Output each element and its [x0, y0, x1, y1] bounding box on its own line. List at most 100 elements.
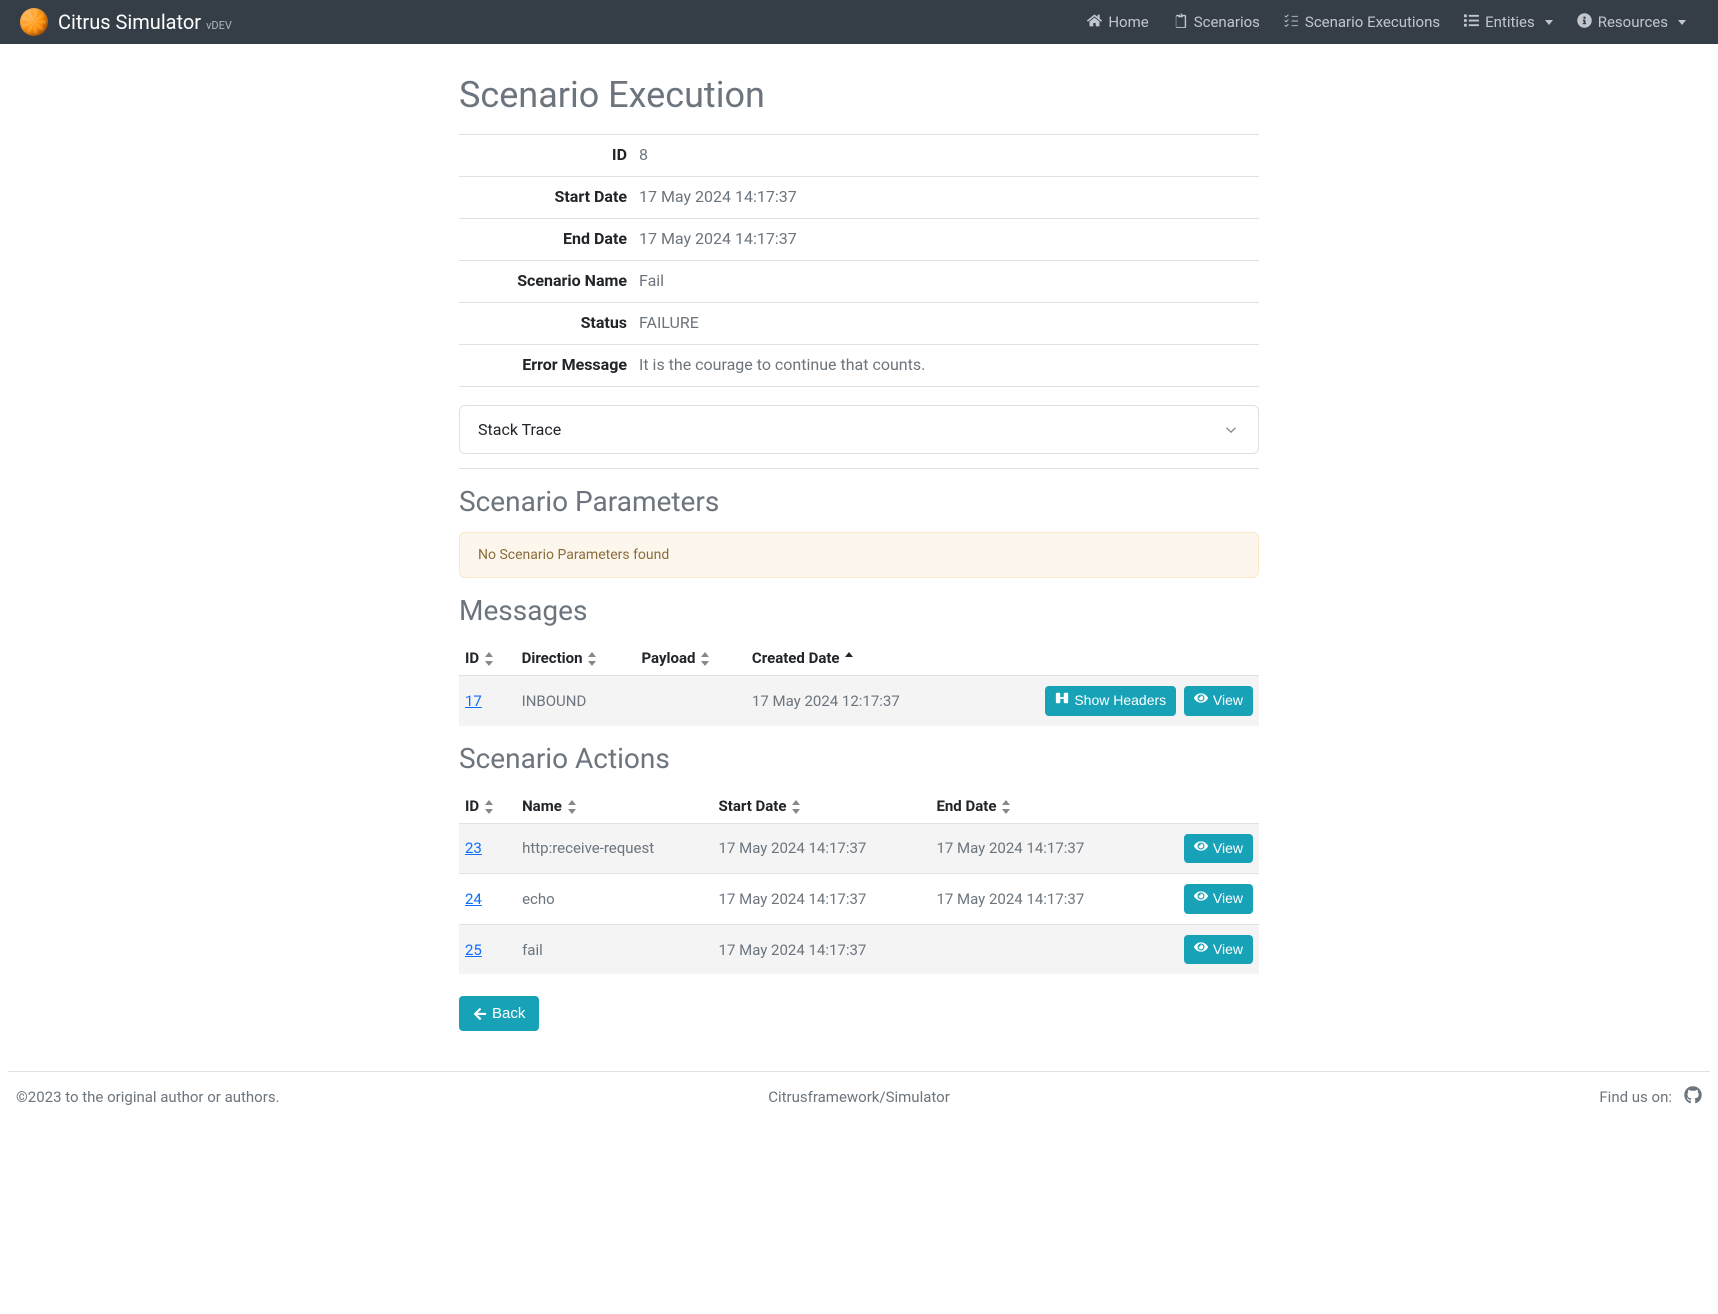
detail-value: It is the courage to continue that count…: [639, 355, 925, 374]
sort-icon: [1002, 800, 1012, 814]
col-start-date[interactable]: Start Date: [713, 789, 931, 824]
detail-label: End Date: [459, 229, 639, 248]
detail-label: Scenario Name: [459, 271, 639, 290]
message-id-link[interactable]: 17: [465, 692, 482, 710]
message-created-date: 17 May 2024 12:17:37: [746, 676, 962, 726]
nav-entities[interactable]: Entities: [1452, 5, 1565, 40]
view-button[interactable]: View: [1184, 935, 1253, 965]
parameters-empty-alert: No Scenario Parameters found: [459, 532, 1259, 578]
eye-icon: [1194, 889, 1208, 909]
col-payload[interactable]: Payload: [635, 641, 745, 676]
nav-home[interactable]: Home: [1075, 5, 1160, 40]
col-created-date[interactable]: Created Date: [746, 641, 962, 676]
heading-icon: [1055, 691, 1069, 711]
detail-row-status: Status FAILURE: [459, 303, 1259, 345]
logo-icon: [20, 8, 48, 36]
message-direction: INBOUND: [516, 676, 636, 726]
main-content: Scenario Execution ID 8 Start Date 17 Ma…: [459, 44, 1259, 1051]
sort-icon: [568, 800, 578, 814]
footer-right: Find us on:: [1599, 1086, 1702, 1108]
action-name: http:receive-request: [516, 823, 712, 874]
detail-list: ID 8 Start Date 17 May 2024 14:17:37 End…: [459, 134, 1259, 387]
col-id[interactable]: ID: [459, 641, 516, 676]
chevron-down-icon: [1222, 421, 1240, 439]
eye-icon: [1194, 839, 1208, 859]
back-button[interactable]: Back: [459, 996, 539, 1031]
tasks-icon: [1284, 13, 1299, 32]
navbar-links: Home Scenarios Scenario Executions Entit…: [1075, 5, 1698, 40]
footer: ©2023 to the original author or authors.…: [8, 1071, 1710, 1128]
action-name: fail: [516, 924, 712, 974]
detail-label: Error Message: [459, 355, 639, 374]
col-id[interactable]: ID: [459, 789, 516, 824]
detail-label: Start Date: [459, 187, 639, 206]
action-start-date: 17 May 2024 14:17:37: [713, 823, 931, 874]
detail-row-end-date: End Date 17 May 2024 14:17:37: [459, 219, 1259, 261]
eye-icon: [1194, 940, 1208, 960]
action-id-link[interactable]: 23: [465, 839, 482, 857]
nav-executions[interactable]: Scenario Executions: [1272, 5, 1452, 40]
page-title: Scenario Execution: [459, 74, 1259, 116]
chevron-down-icon: [1545, 20, 1553, 25]
detail-row-id: ID 8: [459, 135, 1259, 177]
stack-trace-section: Stack Trace: [459, 405, 1259, 469]
sort-icon: [792, 800, 802, 814]
brand-version: vDEV: [206, 19, 232, 32]
view-button[interactable]: View: [1184, 834, 1253, 864]
detail-value: 8: [639, 145, 648, 164]
show-headers-button[interactable]: Show Headers: [1045, 686, 1176, 716]
github-link[interactable]: [1684, 1086, 1702, 1108]
footer-copyright: ©2023 to the original author or authors.: [16, 1088, 280, 1106]
sort-icon: [588, 652, 598, 666]
detail-label: Status: [459, 313, 639, 332]
table-row: 24 echo 17 May 2024 14:17:37 17 May 2024…: [459, 874, 1259, 925]
message-payload: [635, 676, 745, 726]
action-end-date: [930, 924, 1148, 974]
action-start-date: 17 May 2024 14:17:37: [713, 874, 931, 925]
detail-row-error-message: Error Message It is the courage to conti…: [459, 345, 1259, 387]
stack-trace-toggle[interactable]: Stack Trace: [460, 406, 1258, 453]
action-end-date: 17 May 2024 14:17:37: [930, 874, 1148, 925]
col-direction[interactable]: Direction: [516, 641, 636, 676]
actions-title: Scenario Actions: [459, 742, 1259, 775]
clipboard-icon: [1173, 13, 1188, 32]
detail-label: ID: [459, 145, 639, 164]
stack-trace-label: Stack Trace: [478, 420, 561, 439]
messages-table: ID Direction Payload Created Date 17 INB…: [459, 641, 1259, 726]
parameters-title: Scenario Parameters: [459, 485, 1259, 518]
info-icon: [1577, 13, 1592, 32]
navbar-brand-group[interactable]: Citrus Simulator vDEV: [20, 8, 232, 36]
col-name[interactable]: Name: [516, 789, 712, 824]
table-row: 17 INBOUND 17 May 2024 12:17:37 Show Hea…: [459, 676, 1259, 726]
footer-center: Citrusframework/Simulator: [768, 1088, 950, 1106]
detail-value: 17 May 2024 14:17:37: [639, 229, 797, 248]
brand-title: Citrus Simulator vDEV: [58, 10, 232, 34]
sort-icon: [485, 800, 495, 814]
detail-value: FAILURE: [639, 313, 699, 332]
action-id-link[interactable]: 25: [465, 941, 482, 959]
sort-asc-icon: [845, 652, 855, 666]
eye-icon: [1194, 691, 1208, 711]
sort-icon: [701, 652, 711, 666]
home-icon: [1087, 13, 1102, 32]
detail-value: Fail: [639, 271, 664, 290]
action-name: echo: [516, 874, 712, 925]
stack-trace-accordion: Stack Trace: [459, 405, 1259, 454]
nav-scenarios[interactable]: Scenarios: [1161, 5, 1272, 40]
table-row: 23 http:receive-request 17 May 2024 14:1…: [459, 823, 1259, 874]
action-start-date: 17 May 2024 14:17:37: [713, 924, 931, 974]
col-end-date[interactable]: End Date: [930, 789, 1148, 824]
list-icon: [1464, 13, 1479, 32]
github-icon: [1684, 1090, 1702, 1108]
sort-icon: [485, 652, 495, 666]
view-button[interactable]: View: [1184, 884, 1253, 914]
nav-resources[interactable]: Resources: [1565, 5, 1698, 40]
detail-row-scenario-name: Scenario Name Fail: [459, 261, 1259, 303]
view-button[interactable]: View: [1184, 686, 1253, 716]
arrow-left-icon: [473, 1007, 487, 1021]
action-id-link[interactable]: 24: [465, 890, 482, 908]
detail-value: 17 May 2024 14:17:37: [639, 187, 797, 206]
navbar: Citrus Simulator vDEV Home Scenarios Sce…: [0, 0, 1718, 44]
footer-find-us: Find us on:: [1599, 1088, 1672, 1106]
action-end-date: 17 May 2024 14:17:37: [930, 823, 1148, 874]
